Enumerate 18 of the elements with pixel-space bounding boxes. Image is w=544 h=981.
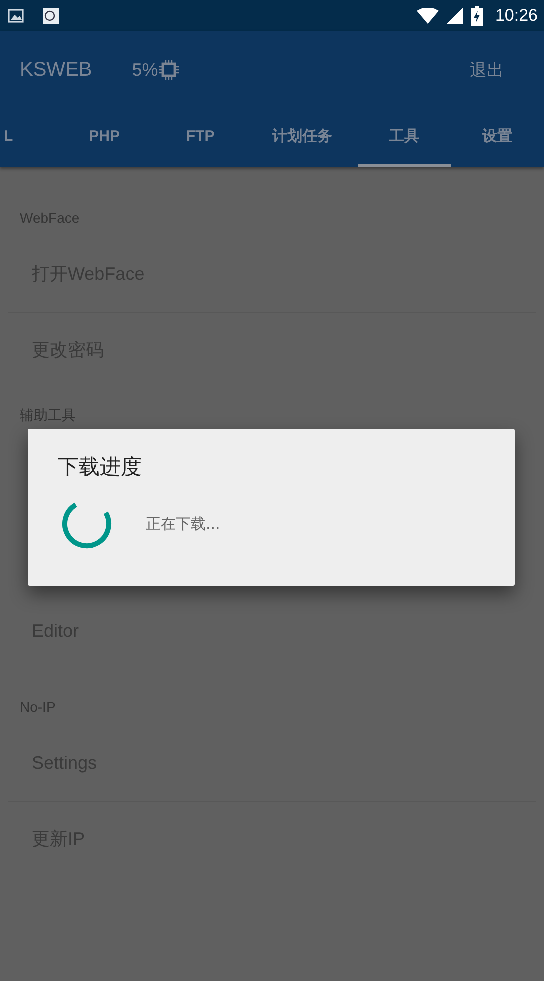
tab[interactable]: FTP — [154, 109, 248, 167]
tab[interactable]: 计划任务 — [247, 109, 358, 167]
dialog-title: 下载进度 — [57, 454, 143, 481]
exit-button[interactable]: 退出 — [452, 52, 522, 88]
app-title: KSWEB — [20, 58, 92, 82]
tab[interactable]: 工具 — [358, 109, 451, 167]
tab[interactable]: 设置 — [450, 109, 544, 167]
image-icon — [8, 8, 24, 22]
tab[interactable]: L — [0, 109, 56, 167]
signal-icon — [447, 8, 464, 24]
status-time: 10:26 — [495, 6, 538, 26]
tab[interactable]: PHP — [55, 109, 154, 167]
chip-icon — [158, 59, 180, 81]
dialog-message: 正在下载... — [146, 514, 220, 534]
cpu-usage: 5% — [132, 60, 158, 80]
wifi-icon — [417, 8, 440, 24]
battery-charging-icon — [471, 6, 484, 26]
notification-app-icon — [42, 6, 60, 24]
